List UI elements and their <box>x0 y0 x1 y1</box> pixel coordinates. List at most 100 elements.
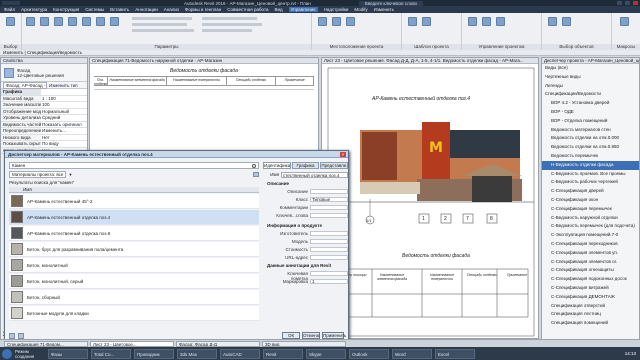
taskbar-app[interactable]: Excel <box>435 348 475 359</box>
start-button[interactable] <box>2 348 12 359</box>
browser-item[interactable]: Спецификации/Ведомости <box>542 90 639 99</box>
chevron-down-icon[interactable]: ▾ <box>69 172 71 178</box>
browser-item[interactable]: С-Эксплуатация помещений.7-0 <box>542 231 639 240</box>
material-property-value[interactable] <box>310 189 348 194</box>
section-description[interactable]: Описание <box>267 181 289 186</box>
taskbar-app[interactable]: Проводник <box>134 348 174 359</box>
phases-icon[interactable] <box>468 17 477 26</box>
property-value[interactable]: Изменить... <box>41 128 87 134</box>
material-property-value[interactable] <box>310 247 348 252</box>
styles-icon[interactable] <box>26 17 35 26</box>
material-row[interactable]: АР-Камень естественный отделка поз.8 <box>9 226 259 241</box>
browser-item[interactable]: С-Спецификация элементов уп. <box>542 249 639 258</box>
ribbon-tab[interactable]: Совместная работа <box>227 7 268 12</box>
browser-item[interactable]: С-Спецификация ДЕМОНТАЖ <box>542 293 639 302</box>
browser-item[interactable]: ВОР - Отделка помещений <box>542 117 639 126</box>
material-property-tab[interactable]: Идентифика... <box>263 162 291 169</box>
manage-links-icon[interactable] <box>496 17 505 26</box>
material-row[interactable]: АР-Камень естественный 45°-2 <box>9 194 259 209</box>
coordinates-icon[interactable] <box>332 17 341 26</box>
property-value[interactable]: Нет <box>41 134 87 140</box>
browser-item[interactable]: С-Спецификация переходников <box>542 240 639 249</box>
ribbon-tab[interactable]: Вставить <box>110 7 129 12</box>
browser-item[interactable]: Спецификация отверстий <box>542 302 639 311</box>
ribbon-tab[interactable]: Файл <box>4 7 15 12</box>
browser-item[interactable]: ВОР - ОДЕ <box>542 108 639 117</box>
taskbar-app[interactable]: Skype <box>306 348 346 359</box>
ribbon-tab[interactable]: Изменить <box>374 7 394 12</box>
project-info-icon[interactable] <box>54 17 63 26</box>
property-value[interactable]: Средний <box>41 115 87 121</box>
material-name-field[interactable]: стественный отделка поз.4 <box>281 171 348 178</box>
global-parameters-icon[interactable] <box>96 17 105 26</box>
ribbon-tab[interactable]: Архитектура <box>21 7 47 12</box>
ribbon-tab[interactable]: Надстройки <box>324 7 349 12</box>
material-property-value[interactable] <box>310 231 348 236</box>
browser-item[interactable]: Спецификация помещений <box>542 319 639 328</box>
schedule-column-header[interactable]: Примечание <box>276 77 314 85</box>
project-materials-dropdown[interactable]: Материалы проекта: все <box>9 171 67 178</box>
browser-item[interactable]: ВОР 4.2 - Установка дверей <box>542 99 639 108</box>
schedule-column-header[interactable]: Наименование поверхности <box>167 77 227 85</box>
section-product-info[interactable]: Информация о продукте <box>267 223 322 228</box>
ok-button[interactable]: ОК <box>282 332 300 339</box>
schedule-column-header[interactable]: Поз. отделки <box>94 77 108 85</box>
browser-item[interactable]: С-Спецификация окон <box>542 196 639 205</box>
ribbon-tab[interactable]: Управление <box>288 7 318 12</box>
transfer-standards-icon[interactable] <box>110 17 119 26</box>
select-icon[interactable] <box>6 17 15 26</box>
ribbon-tab[interactable]: Конструкция <box>53 7 79 12</box>
schedule-column-header[interactable]: Площадь отделки <box>227 77 277 85</box>
material-row[interactable]: Бетон, брус для разравнивания пола/цемен… <box>9 242 259 257</box>
material-search-input[interactable]: Камен <box>9 162 259 169</box>
browser-item[interactable]: С-Спецификация элементов ог. <box>542 258 639 267</box>
material-property-value[interactable] <box>310 213 348 218</box>
cancel-button[interactable]: Отмена <box>302 332 320 339</box>
property-value[interactable] <box>41 89 87 95</box>
position-icon[interactable] <box>346 17 355 26</box>
ribbon-tab[interactable]: Формы и генплан <box>185 7 221 12</box>
material-row[interactable]: Бетон, монолитный, серый <box>9 274 259 289</box>
browser-item[interactable]: С-Спецификация огнезащиты <box>542 266 639 275</box>
material-row[interactable]: Бетон, сборный <box>9 290 259 305</box>
browser-item[interactable]: Виды (все) <box>542 64 639 73</box>
warnings-icon[interactable] <box>562 17 571 26</box>
property-value[interactable]: 100 <box>41 102 87 108</box>
ribbon-tab[interactable]: Аннотации <box>135 7 158 12</box>
shared-parameters-icon[interactable] <box>82 17 91 26</box>
property-value[interactable]: По виду <box>41 141 87 147</box>
property-value[interactable]: Нормальный <box>41 108 87 114</box>
material-property-value[interactable]: 1 <box>310 279 348 284</box>
browser-item[interactable]: Н-Ведомость отделки фасада <box>542 160 639 170</box>
ribbon-tab[interactable]: Modify <box>354 7 367 12</box>
schedule-column-header[interactable]: Наименование элемента фасада <box>108 77 168 85</box>
snaps-icon[interactable] <box>40 17 49 26</box>
search-input[interactable]: Введите ключевое слово <box>358 0 424 6</box>
browser-item[interactable]: Чертежные виды <box>542 73 639 82</box>
browser-item[interactable]: С-Ведомость рабочих чертежей <box>542 178 639 187</box>
browser-item[interactable]: С-Ведомость проемов. Все проемы <box>542 170 639 179</box>
taskbar-app[interactable]: AutoCAD <box>220 348 260 359</box>
dialog-apply-button[interactable]: Применить <box>322 332 346 339</box>
quick-access-toolbar[interactable] <box>2 1 20 5</box>
view-options-icon[interactable] <box>253 172 259 177</box>
browser-item[interactable]: С-Спецификация дверей <box>542 187 639 196</box>
material-property-value[interactable] <box>310 205 348 210</box>
material-property-value[interactable] <box>310 255 348 260</box>
maximize-button[interactable] <box>625 1 630 5</box>
property-value[interactable]: 1 : 100 <box>41 95 87 101</box>
material-property-value[interactable] <box>310 239 348 244</box>
browser-item[interactable]: С-Ведомость наружной отделки <box>542 214 639 223</box>
browser-item[interactable]: С-Ведомость перемычек (для подсчета) <box>542 222 639 231</box>
browser-item[interactable]: Ведомость отделки на отм.0.850 <box>542 143 639 152</box>
ribbon-tab[interactable]: Анализ <box>164 7 179 12</box>
ribbon-tab[interactable]: Вид <box>274 7 282 12</box>
material-row[interactable]: Бетонные модули для кладки <box>9 306 259 321</box>
property-value[interactable]: Показать оригинал <box>41 121 87 127</box>
location-icon[interactable] <box>318 17 327 26</box>
macros-icon[interactable] <box>620 17 629 26</box>
design-options-icon[interactable] <box>482 17 491 26</box>
taskbar-app[interactable]: Revit <box>263 348 303 359</box>
browser-item[interactable]: Спецификация лестниц <box>542 310 639 319</box>
template-icon[interactable] <box>408 17 417 26</box>
